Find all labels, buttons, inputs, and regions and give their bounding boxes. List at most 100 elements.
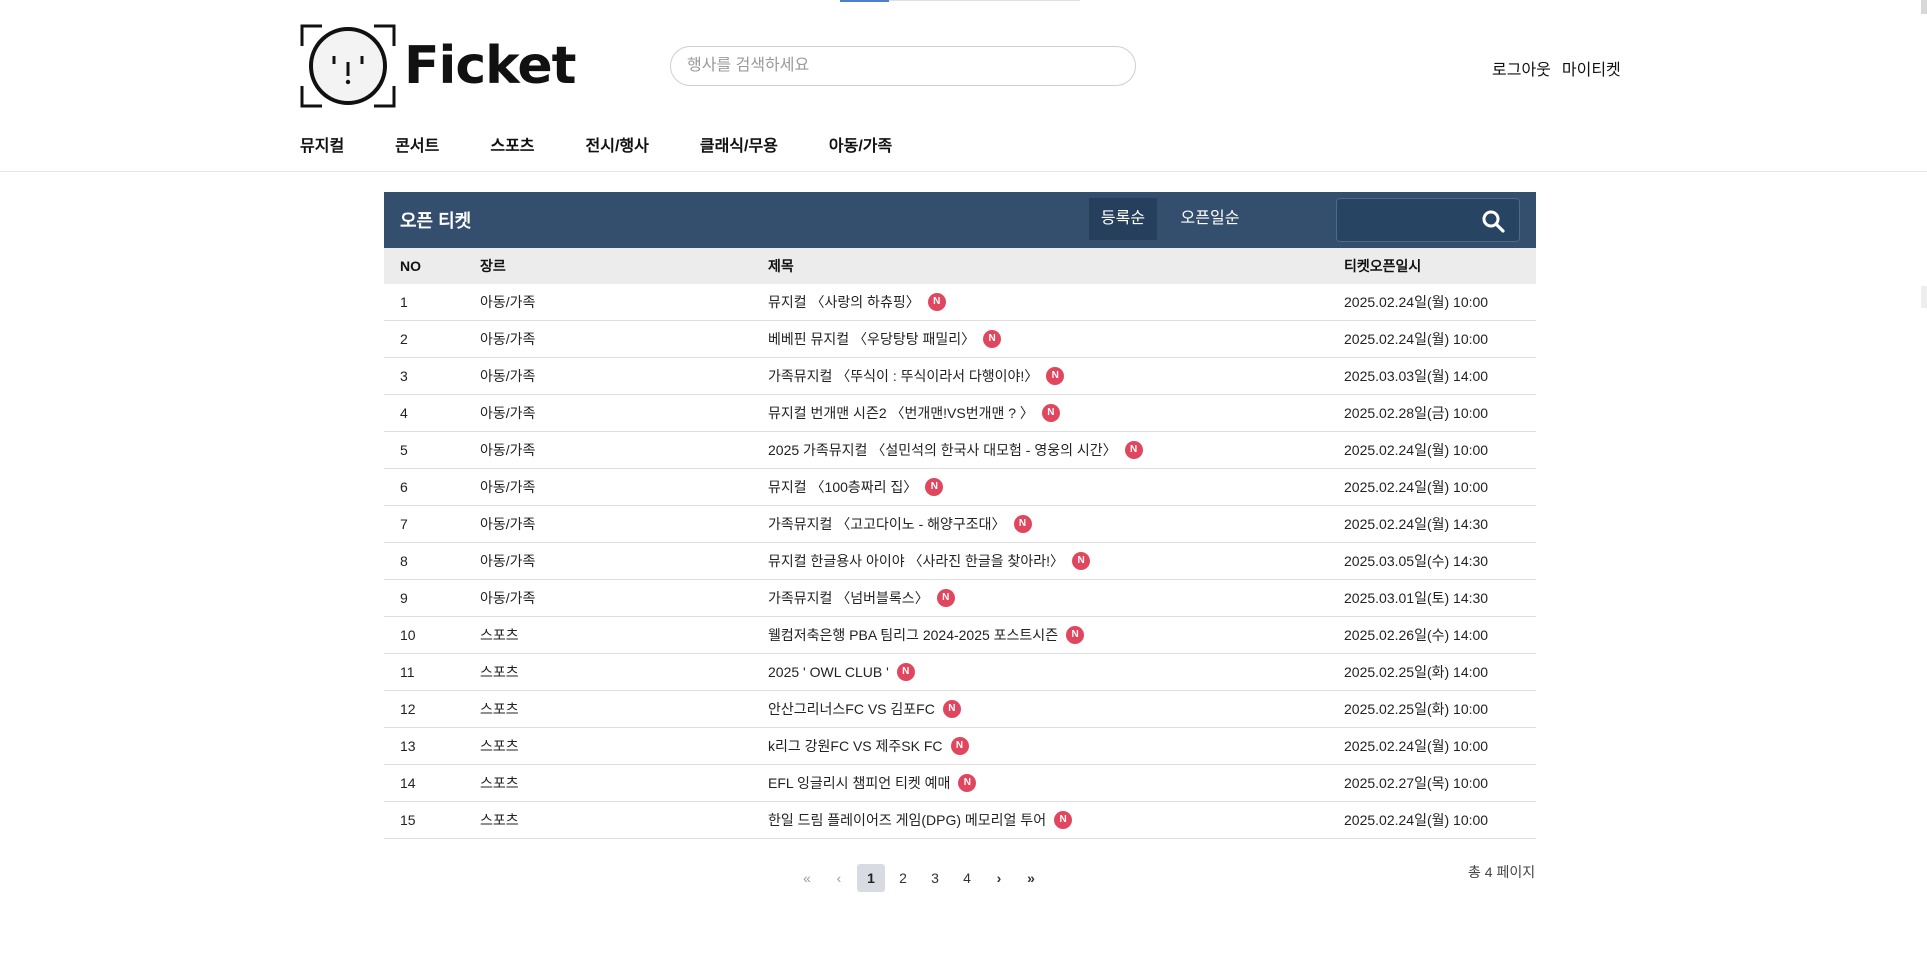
cell-no: 2: [400, 331, 408, 347]
double-chevron-left-icon[interactable]: «: [793, 864, 821, 892]
event-title: k리그 강원FC VS 제주SK FC: [768, 738, 943, 754]
new-badge: N: [936, 589, 955, 607]
table-row[interactable]: 6 아동/가족 뮤지컬 〈100층짜리 집〉 N 2025.02.24일(월) 10:0…: [384, 469, 1536, 506]
cell-open-date: 2025.03.01일(토) 14:30: [1344, 590, 1489, 606]
cell-open-date: 2025.02.25일(화) 14:00: [1344, 664, 1489, 680]
new-badge: N: [1124, 441, 1143, 459]
cell-open-date: 2025.02.24일(월) 10:00: [1344, 442, 1489, 458]
cell-title-link[interactable]: 2025 ' OWL CLUB ' N: [768, 663, 1344, 681]
total-pages-text: 총 4 페이지: [1468, 864, 1536, 880]
nav-item-exhibition[interactable]: 전시/행사: [586, 132, 649, 156]
cell-no: 1: [400, 294, 408, 310]
cell-title-link[interactable]: 웰컴저축은행 PBA 팀리그 2024-2025 포스트시즌 N: [768, 625, 1344, 645]
chevron-left-icon[interactable]: ‹: [825, 864, 853, 892]
new-badge: N: [1066, 626, 1085, 644]
cell-open-date: 2025.02.24일(월) 10:00: [1344, 812, 1489, 828]
nav-item-musical[interactable]: 뮤지컬: [300, 132, 344, 156]
my-ticket-link[interactable]: 마이티켓: [1562, 56, 1621, 80]
cell-open-date: 2025.02.26일(수) 14:00: [1344, 627, 1489, 643]
new-badge: N: [1072, 552, 1091, 570]
cell-genre: 아동/가족: [480, 590, 536, 606]
cell-title-link[interactable]: 뮤지컬 한글용사 아이야 〈사라진 한글을 찾아라!〉 N: [768, 551, 1344, 571]
event-title: 뮤지컬 〈사랑의 하츄핑〉: [768, 294, 920, 310]
cell-no: 3: [400, 368, 408, 384]
cell-open-date: 2025.02.24일(월) 10:00: [1344, 294, 1489, 310]
main-nav: 뮤지컬 콘서트 스포츠 전시/행사 클래식/무용 아동/가족: [300, 132, 892, 156]
header-divider: [0, 171, 1927, 172]
table-row[interactable]: 8 아동/가족 뮤지컬 한글용사 아이야 〈사라진 한글을 찾아라!〉 N 2025.0…: [384, 543, 1536, 580]
table-row[interactable]: 2 아동/가족 베베핀 뮤지컬 〈우당탕탕 패밀리〉 N 2025.02.24일(월) …: [384, 321, 1536, 358]
logout-link[interactable]: 로그아웃: [1492, 56, 1551, 80]
cell-title-link[interactable]: 가족뮤지컬 〈뚜식이 : 뚜식이라서 다행이야!〉 N: [768, 366, 1344, 386]
cell-genre: 스포츠: [480, 738, 519, 754]
table-row[interactable]: 9 아동/가족 가족뮤지컬 〈넘버블록스〉 N 2025.03.01일(토) 14:30: [384, 580, 1536, 617]
sort-by-open-date-button[interactable]: 오픈일순: [1167, 198, 1253, 240]
brand-logo[interactable]: Ficket: [300, 24, 576, 108]
table-row[interactable]: 13 스포츠 k리그 강원FC VS 제주SK FC N 2025.02.24일(월) …: [384, 728, 1536, 765]
cell-genre: 아동/가족: [480, 331, 536, 347]
table-header: NO 장르 제목 티켓오픈일시: [384, 248, 1536, 284]
nav-item-kids-family[interactable]: 아동/가족: [829, 132, 892, 156]
event-search-box[interactable]: [670, 46, 1136, 86]
table-row[interactable]: 7 아동/가족 가족뮤지컬 〈고고다이노 - 해양구조대〉 N 2025.02.24일(…: [384, 506, 1536, 543]
cell-title-link[interactable]: EFL 잉글리시 챔피언 티켓 예매 N: [768, 773, 1344, 793]
page-button-2[interactable]: 2: [889, 864, 917, 892]
event-search-input[interactable]: [671, 47, 1135, 85]
event-title: 뮤지컬 번개맨 시즌2 〈번개맨!VS번개맨 ? 〉: [768, 405, 1034, 421]
event-title: 베베핀 뮤지컬 〈우당탕탕 패밀리〉: [768, 331, 976, 347]
table-row[interactable]: 10 스포츠 웰컴저축은행 PBA 팀리그 2024-2025 포스트시즌 N 2025…: [384, 617, 1536, 654]
cell-title-link[interactable]: 안산그리너스FC VS 김포FC N: [768, 699, 1344, 719]
event-title: 안산그리너스FC VS 김포FC: [768, 701, 935, 717]
cell-title-link[interactable]: 한일 드림 플레이어즈 게임(DPG) 메모리얼 투어 N: [768, 810, 1344, 830]
cell-open-date: 2025.02.28일(금) 10:00: [1344, 405, 1489, 421]
cell-title-link[interactable]: 2025 가족뮤지컬 〈설민석의 한국사 대모험 - 영웅의 시간〉 N: [768, 440, 1344, 460]
cell-no: 7: [400, 516, 408, 532]
table-row[interactable]: 14 스포츠 EFL 잉글리시 챔피언 티켓 예매 N 2025.02.27일(목) 1…: [384, 765, 1536, 802]
sort-by-registration-button[interactable]: 등록순: [1089, 198, 1157, 240]
cell-no: 12: [400, 701, 416, 717]
cell-title-link[interactable]: 뮤지컬 〈사랑의 하츄핑〉 N: [768, 292, 1344, 312]
table-body: 1 아동/가족 뮤지컬 〈사랑의 하츄핑〉 N 2025.02.24일(월) 10:00…: [384, 284, 1536, 839]
table-row[interactable]: 3 아동/가족 가족뮤지컬 〈뚜식이 : 뚜식이라서 다행이야!〉 N 2025.03.…: [384, 358, 1536, 395]
top-progress-fill: [840, 0, 889, 2]
search-icon[interactable]: [1481, 209, 1505, 233]
cell-genre: 스포츠: [480, 701, 519, 717]
cell-open-date: 2025.02.24일(월) 10:00: [1344, 479, 1489, 495]
table-row[interactable]: 11 스포츠 2025 ' OWL CLUB ' N 2025.02.25일(화) 14…: [384, 654, 1536, 691]
event-title: 웰컴저축은행 PBA 팀리그 2024-2025 포스트시즌: [768, 627, 1059, 643]
board-search-box[interactable]: [1336, 198, 1520, 242]
cell-title-link[interactable]: k리그 강원FC VS 제주SK FC N: [768, 736, 1344, 756]
chevron-right-icon[interactable]: ›: [985, 864, 1013, 892]
table-row[interactable]: 4 아동/가족 뮤지컬 번개맨 시즌2 〈번개맨!VS번개맨 ? 〉 N 2025.02…: [384, 395, 1536, 432]
nav-item-concert[interactable]: 콘서트: [395, 132, 439, 156]
cell-open-date: 2025.02.24일(월) 10:00: [1344, 738, 1489, 754]
table-row[interactable]: 1 아동/가족 뮤지컬 〈사랑의 하츄핑〉 N 2025.02.24일(월) 10:00: [384, 284, 1536, 321]
cell-no: 14: [400, 775, 416, 791]
page-button-1[interactable]: 1: [857, 864, 885, 892]
nav-item-sports[interactable]: 스포츠: [490, 132, 534, 156]
cell-title-link[interactable]: 베베핀 뮤지컬 〈우당탕탕 패밀리〉 N: [768, 329, 1344, 349]
board-search-input[interactable]: [1337, 199, 1477, 241]
double-chevron-right-icon[interactable]: »: [1017, 864, 1045, 892]
open-ticket-board: 오픈 티켓 등록순 오픈일순 NO 장르 제목 티켓오픈일시 1 아동/가족 뮤지컬…: [384, 192, 1536, 839]
table-row[interactable]: 15 스포츠 한일 드림 플레이어즈 게임(DPG) 메모리얼 투어 N 2025.02…: [384, 802, 1536, 839]
cell-genre: 스포츠: [480, 775, 519, 791]
table-row[interactable]: 12 스포츠 안산그리너스FC VS 김포FC N 2025.02.25일(화) 10:…: [384, 691, 1536, 728]
scrollbar-mark: [1921, 286, 1927, 308]
cell-title-link[interactable]: 뮤지컬 번개맨 시즌2 〈번개맨!VS번개맨 ? 〉 N: [768, 403, 1344, 423]
new-badge: N: [950, 737, 969, 755]
new-badge: N: [942, 700, 961, 718]
cell-title-link[interactable]: 가족뮤지컬 〈넘버블록스〉 N: [768, 588, 1344, 608]
table-row[interactable]: 5 아동/가족 2025 가족뮤지컬 〈설민석의 한국사 대모험 - 영웅의 시간〉…: [384, 432, 1536, 469]
cell-genre: 아동/가족: [480, 294, 536, 310]
event-title: 가족뮤지컬 〈뚜식이 : 뚜식이라서 다행이야!〉: [768, 368, 1039, 384]
page-button-4[interactable]: 4: [953, 864, 981, 892]
board-title: 오픈 티켓: [400, 211, 472, 231]
new-badge: N: [1054, 811, 1073, 829]
cell-genre: 아동/가족: [480, 405, 536, 421]
new-badge: N: [896, 663, 915, 681]
page-button-3[interactable]: 3: [921, 864, 949, 892]
nav-item-classic-dance[interactable]: 클래식/무용: [700, 132, 778, 156]
cell-title-link[interactable]: 가족뮤지컬 〈고고다이노 - 해양구조대〉 N: [768, 514, 1344, 534]
cell-title-link[interactable]: 뮤지컬 〈100층짜리 집〉 N: [768, 477, 1344, 497]
